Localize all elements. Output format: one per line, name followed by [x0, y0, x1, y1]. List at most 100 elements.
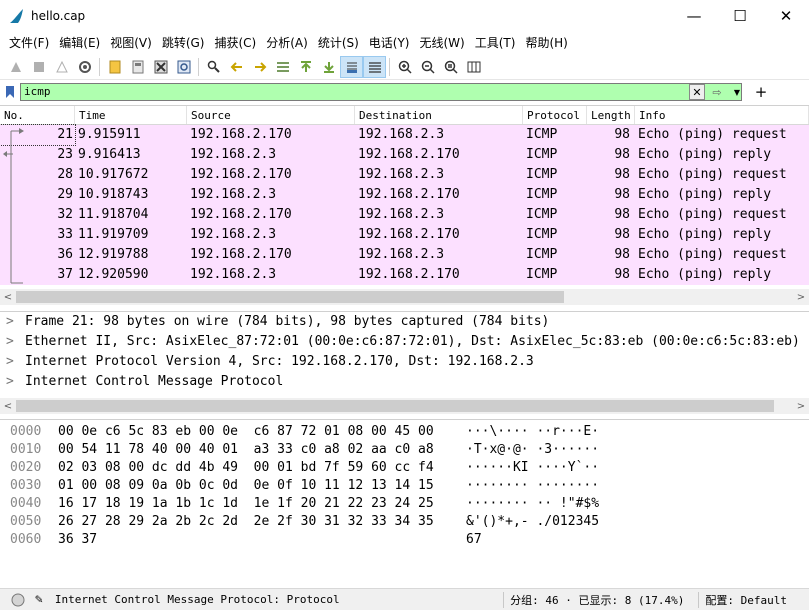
- scroll-right-icon[interactable]: >: [793, 292, 809, 303]
- expand-chevron-icon[interactable]: >: [6, 312, 25, 332]
- detail-ethernet[interactable]: > Ethernet II, Src: AsixElec_87:72:01 (00…: [0, 332, 809, 352]
- menu-file[interactable]: 文件(F): [4, 34, 54, 51]
- expert-info-icon[interactable]: [11, 593, 25, 607]
- byte-ascii[interactable]: ·T·x@·@· ·3······: [466, 441, 616, 459]
- column-destination[interactable]: Destination: [355, 106, 523, 124]
- menu-view[interactable]: 视图(V): [105, 34, 157, 51]
- menu-help[interactable]: 帮助(H): [520, 34, 572, 51]
- byte-ascii[interactable]: ········ ·· !"#$%: [466, 495, 616, 513]
- menu-edit[interactable]: 编辑(E): [54, 34, 105, 51]
- detail-ip[interactable]: > Internet Protocol Version 4, Src: 192.1…: [0, 352, 809, 372]
- save-file-icon[interactable]: [126, 56, 149, 78]
- restart-capture-icon[interactable]: [50, 56, 73, 78]
- expand-chevron-icon[interactable]: >: [6, 332, 25, 352]
- column-no[interactable]: No.: [0, 106, 75, 124]
- byte-ascii[interactable]: 67: [466, 531, 616, 549]
- close-button[interactable]: ✕: [763, 0, 809, 31]
- column-protocol[interactable]: Protocol: [523, 106, 587, 124]
- go-first-packet-icon[interactable]: [294, 56, 317, 78]
- byte-ascii[interactable]: &'()*+,- ./012345: [466, 513, 616, 531]
- detail-icmp[interactable]: > Internet Control Message Protocol: [0, 372, 809, 392]
- detail-text: Frame 21: 98 bytes on wire (784 bits), 9…: [25, 314, 550, 329]
- status-profile[interactable]: 配置: Default: [705, 592, 787, 608]
- menu-telephony[interactable]: 电话(Y): [364, 34, 415, 51]
- scroll-left-icon[interactable]: <: [0, 401, 16, 412]
- menu-capture[interactable]: 捕获(C): [209, 34, 261, 51]
- reload-file-icon[interactable]: [172, 56, 195, 78]
- go-last-packet-icon[interactable]: [317, 56, 340, 78]
- resize-columns-icon[interactable]: [462, 56, 485, 78]
- add-filter-button-icon[interactable]: +: [753, 83, 769, 101]
- zoom-out-icon[interactable]: [416, 56, 439, 78]
- byte-hex[interactable]: 00 54 11 78 40 00 40 01 a3 33 c0 a8 02 a…: [56, 441, 466, 459]
- filter-bookmark-icon[interactable]: [0, 82, 20, 102]
- colorize-icon[interactable]: [363, 55, 386, 78]
- go-back-icon[interactable]: [225, 56, 248, 78]
- expand-chevron-icon[interactable]: >: [6, 352, 25, 372]
- packet-row[interactable]: 28 10.917672 192.168.2.170 192.168.2.3 ICMP 9…: [0, 165, 809, 185]
- scroll-left-icon[interactable]: <: [0, 292, 16, 303]
- packet-cell-info: Echo (ping) reply: [638, 187, 772, 202]
- packet-row[interactable]: 33 11.919709 192.168.2.3 192.168.2.170 ICMP 9…: [0, 225, 809, 245]
- packet-row[interactable]: 23 9.916413 192.168.2.3 192.168.2.170 ICMP 98…: [0, 145, 809, 165]
- packet-cell-info: Echo (ping) reply: [638, 267, 772, 282]
- packet-row[interactable]: 29 10.918743 192.168.2.3 192.168.2.170 ICMP 9…: [0, 185, 809, 205]
- scroll-thumb[interactable]: [16, 291, 564, 303]
- details-hscrollbar[interactable]: < >: [0, 398, 809, 414]
- find-packet-icon[interactable]: [202, 56, 225, 78]
- packet-row[interactable]: 21 9.915911 192.168.2.170 192.168.2.3 ICMP 98…: [0, 124, 809, 146]
- packet-row[interactable]: 37 12.920590 192.168.2.3 192.168.2.170 ICMP 9…: [0, 265, 809, 285]
- start-capture-icon[interactable]: [4, 56, 27, 78]
- auto-scroll-icon[interactable]: [340, 55, 363, 78]
- detail-frame[interactable]: > Frame 21: 98 bytes on wire (784 bits), …: [0, 312, 809, 332]
- packet-cell-destination: 192.168.2.170: [358, 187, 460, 202]
- byte-hex[interactable]: 00 0e c6 5c 83 eb 00 0e c6 87 72 01 08 0…: [56, 423, 466, 441]
- scroll-right-icon[interactable]: >: [793, 401, 809, 412]
- display-filter-input[interactable]: icmp: [20, 83, 742, 101]
- byte-ascii[interactable]: ···\···· ··r···E·: [466, 423, 616, 441]
- scroll-thumb[interactable]: [16, 400, 774, 412]
- zoom-in-icon[interactable]: [393, 56, 416, 78]
- expand-chevron-icon[interactable]: >: [6, 372, 25, 392]
- status-packet-counts: 分组: 46 · 已显示: 8 (17.4%): [510, 593, 685, 607]
- clear-filter-icon[interactable]: ✕: [689, 84, 705, 100]
- menu-go[interactable]: 跳转(G): [157, 34, 210, 51]
- go-forward-icon[interactable]: [248, 56, 271, 78]
- maximize-button[interactable]: ☐: [717, 0, 763, 31]
- packet-cell-destination: 192.168.2.170: [358, 267, 460, 282]
- byte-hex[interactable]: 01 00 08 09 0a 0b 0c 0d 0e 0f 10 11 12 1…: [56, 477, 466, 495]
- menu-statistics[interactable]: 统计(S): [313, 34, 364, 51]
- byte-hex[interactable]: 02 03 08 00 dc dd 4b 49 00 01 bd 7f 59 6…: [56, 459, 466, 477]
- byte-row: 0040 16 17 18 19 1a 1b 1c 1d 1e 1f 20 21 …: [0, 495, 809, 513]
- minimize-button[interactable]: —: [671, 0, 717, 31]
- column-source[interactable]: Source: [187, 106, 355, 124]
- apply-filter-icon[interactable]: ⇨: [705, 84, 729, 100]
- toolbar-separator: [389, 57, 390, 76]
- packet-row[interactable]: 36 12.919788 192.168.2.170 192.168.2.3 ICMP 9…: [0, 245, 809, 265]
- edit-comment-icon[interactable]: ✎: [35, 592, 43, 607]
- open-file-icon[interactable]: [103, 56, 126, 78]
- packet-cell-source: 192.168.2.3: [190, 267, 277, 282]
- packet-cell-destination: 192.168.2.170: [358, 227, 460, 242]
- byte-hex[interactable]: 26 27 28 29 2a 2b 2c 2d 2e 2f 30 31 32 3…: [56, 513, 466, 531]
- menu-analyze[interactable]: 分析(A): [261, 34, 313, 51]
- byte-ascii[interactable]: ······KI ····Y`··: [466, 459, 616, 477]
- close-file-icon[interactable]: [149, 56, 172, 78]
- zoom-reset-icon[interactable]: [439, 56, 462, 78]
- column-info[interactable]: Info: [635, 106, 809, 124]
- packet-list-header: No. Time Source Destination Protocol Len…: [0, 106, 809, 125]
- go-to-packet-icon[interactable]: [271, 56, 294, 78]
- toolbar-separator: [198, 57, 199, 76]
- byte-ascii[interactable]: ········ ········: [466, 477, 616, 495]
- filter-history-icon[interactable]: ▼: [729, 84, 745, 100]
- menu-tools[interactable]: 工具(T): [470, 34, 521, 51]
- stop-capture-icon[interactable]: [27, 56, 50, 78]
- packet-row[interactable]: 32 11.918704 192.168.2.170 192.168.2.3 ICMP 9…: [0, 205, 809, 225]
- byte-hex[interactable]: 36 37: [56, 531, 466, 549]
- menu-wireless[interactable]: 无线(W): [415, 34, 470, 51]
- capture-options-icon[interactable]: [73, 56, 96, 78]
- column-length[interactable]: Length: [587, 106, 635, 124]
- byte-hex[interactable]: 16 17 18 19 1a 1b 1c 1d 1e 1f 20 21 22 2…: [56, 495, 466, 513]
- packet-list-hscrollbar[interactable]: < >: [0, 289, 809, 305]
- column-time[interactable]: Time: [75, 106, 187, 124]
